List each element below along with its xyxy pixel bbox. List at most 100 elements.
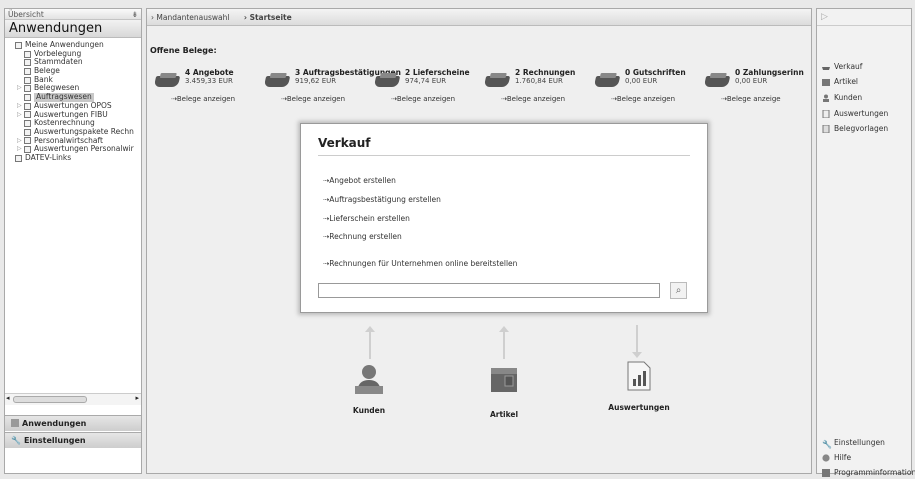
panel-title: Anwendungen bbox=[5, 20, 141, 38]
link-angebot-erstellen[interactable]: ⇢Angebot erstellen bbox=[323, 176, 396, 185]
task-programminformationen[interactable]: Programminformationen bbox=[822, 467, 915, 478]
tree-item[interactable]: ▷ Auswertungen FIBU bbox=[8, 111, 141, 120]
arrow-up-icon bbox=[365, 326, 375, 359]
tree-item-label: Belegwesen bbox=[34, 84, 80, 93]
expand-arrow-icon[interactable]: ▷ bbox=[17, 137, 24, 146]
tree-item[interactable]: Auftragswesen bbox=[8, 93, 141, 102]
verkauf-panel: Verkauf ⇢Angebot erstellen ⇢Auftragsbest… bbox=[300, 123, 708, 313]
document-count: 0 Gutschriften bbox=[625, 68, 686, 77]
tree-item[interactable]: ▷ Auswertungen Personalwir bbox=[8, 145, 141, 154]
tree-item[interactable]: Auswertungspakete Rechn bbox=[8, 128, 141, 137]
task-artikel[interactable]: Artikel bbox=[822, 76, 858, 87]
report-icon[interactable] bbox=[625, 361, 653, 391]
breadcrumb-item-startseite[interactable]: › Startseite bbox=[244, 13, 298, 22]
scroll-thumb[interactable] bbox=[13, 396, 87, 403]
show-documents-link[interactable]: ⇢Belege anzeige bbox=[721, 95, 781, 103]
expand-arrow-icon[interactable]: ▷ bbox=[17, 84, 24, 93]
expand-icon[interactable]: ▷ bbox=[817, 9, 911, 26]
document-amount: 919,62 EUR bbox=[295, 77, 337, 85]
tree-item[interactable]: DATEV-Links bbox=[8, 154, 141, 163]
folder-icon bbox=[24, 76, 31, 84]
folder-icon bbox=[24, 93, 31, 101]
reports-label[interactable]: Auswertungen bbox=[594, 403, 684, 412]
document-amount: 0,00 EUR bbox=[735, 77, 768, 85]
document-amount: 974,74 EUR bbox=[405, 77, 447, 85]
tree-item[interactable]: ▷ Personalwirtschaft bbox=[8, 137, 141, 146]
folder-icon bbox=[24, 50, 31, 58]
show-documents-link[interactable]: ⇢Belege anzeigen bbox=[611, 95, 675, 103]
help-icon bbox=[822, 453, 830, 462]
document-count: 2 Rechnungen bbox=[515, 68, 576, 77]
show-documents-link[interactable]: ⇢Belege anzeigen bbox=[391, 95, 455, 103]
document-amount: 3.459,33 EUR bbox=[185, 77, 233, 85]
article-icon[interactable] bbox=[490, 364, 518, 394]
task-auswertungen[interactable]: Auswertungen bbox=[822, 108, 888, 119]
tree-item-label: Vorbelegung bbox=[34, 49, 82, 58]
task-einstellungen[interactable]: 🔧 Einstellungen bbox=[822, 437, 885, 449]
scroll-right-icon[interactable]: ▸ bbox=[135, 394, 139, 402]
search-input[interactable] bbox=[318, 283, 660, 298]
main-panel: › Mandantenauswahl › Startseite Offene B… bbox=[146, 8, 812, 474]
tree-item-label: Kostenrechnung bbox=[34, 119, 95, 128]
task-kunden[interactable]: Kunden bbox=[822, 92, 862, 103]
task-hilfe[interactable]: Hilfe bbox=[822, 452, 851, 463]
overview-label: Übersicht bbox=[8, 10, 44, 19]
document-icon bbox=[822, 109, 830, 118]
document-tile: 2 Lieferscheine 974,74 EUR ⇢Belege anzeige… bbox=[373, 68, 485, 108]
folder-icon bbox=[15, 41, 22, 49]
box-icon bbox=[822, 78, 830, 86]
tree-item-label: DATEV-Links bbox=[25, 153, 72, 162]
link-lieferschein-erstellen[interactable]: ⇢Lieferschein erstellen bbox=[323, 214, 410, 223]
scroll-left-icon[interactable]: ◂ bbox=[6, 394, 10, 402]
breadcrumb-item-mandantenauswahl[interactable]: › Mandantenauswahl bbox=[151, 13, 235, 22]
show-documents-link[interactable]: ⇢Belege anzeigen bbox=[281, 95, 345, 103]
show-documents-link[interactable]: ⇢Belege anzeigen bbox=[171, 95, 235, 103]
folder-icon bbox=[15, 154, 22, 162]
tree-item-label: Bank bbox=[34, 75, 53, 84]
tree-item[interactable]: Kostenrechnung bbox=[8, 119, 141, 128]
expand-arrow-icon[interactable]: ▷ bbox=[17, 102, 24, 111]
document-count: 0 Zahlungserinn bbox=[735, 68, 804, 77]
link-rechnung-erstellen[interactable]: ⇢Rechnung erstellen bbox=[323, 232, 402, 241]
applications-button[interactable]: Anwendungen bbox=[5, 415, 141, 431]
document-tile: 0 Zahlungserinn 0,00 EUR ⇢Belege anzeige bbox=[703, 68, 815, 108]
customer-icon[interactable] bbox=[355, 364, 383, 394]
tree-item-label: Auswertungen Personalwir bbox=[34, 145, 134, 154]
document-tray-icon bbox=[483, 76, 511, 87]
document-tray-icon bbox=[263, 76, 291, 87]
folder-icon bbox=[24, 146, 31, 154]
arrow-down-icon bbox=[632, 325, 642, 358]
expand-arrow-icon[interactable]: ▷ bbox=[17, 145, 24, 154]
divider bbox=[318, 155, 690, 156]
tree-item[interactable]: Vorbelegung bbox=[8, 50, 141, 59]
document-tile: 4 Angebote 3.459,33 EUR ⇢Belege anzeigen bbox=[153, 68, 265, 108]
tree-item-label: Personalwirtschaft bbox=[34, 136, 103, 145]
settings-button[interactable]: 🔧 Einstellungen bbox=[5, 432, 141, 448]
tree-item[interactable]: ▷ Auswertungen OPOS bbox=[8, 102, 141, 111]
horizontal-scrollbar[interactable]: ◂ ▸ bbox=[5, 393, 141, 405]
tree-item[interactable]: Meine Anwendungen bbox=[8, 41, 141, 50]
left-navigation-panel: Übersicht ⇟ Anwendungen Meine Anwendunge… bbox=[4, 8, 142, 474]
tree-item-label: Belege bbox=[34, 67, 60, 76]
tree-item[interactable]: Belege bbox=[8, 67, 141, 76]
show-documents-link[interactable]: ⇢Belege anzeigen bbox=[501, 95, 565, 103]
customers-label[interactable]: Kunden bbox=[324, 406, 414, 415]
task-verkauf[interactable]: Verkauf bbox=[822, 61, 862, 72]
tree-item-label: Auftragswesen bbox=[34, 93, 94, 102]
open-documents-row: 4 Angebote 3.459,33 EUR ⇢Belege anzeigen 3 … bbox=[153, 68, 811, 108]
tree-item-label: Stammdaten bbox=[34, 58, 83, 67]
article-label[interactable]: Artikel bbox=[459, 410, 549, 419]
folder-icon bbox=[24, 120, 31, 128]
link-auftragsbestaetigung-erstellen[interactable]: ⇢Auftragsbestätigung erstellen bbox=[323, 195, 441, 204]
overview-header: Übersicht ⇟ bbox=[5, 9, 141, 20]
wrench-icon: 🔧 bbox=[11, 436, 21, 445]
tree-item[interactable]: ▷ Belegwesen bbox=[8, 84, 141, 93]
link-rechnungen-online-bereitstellen[interactable]: ⇢Rechnungen für Unternehmen online berei… bbox=[323, 259, 517, 268]
search-icon[interactable]: ⌕ bbox=[670, 282, 687, 299]
expand-arrow-icon[interactable]: ▷ bbox=[17, 111, 24, 120]
right-task-panel: ▷ Verkauf Artikel Kunden Auswertungen Be… bbox=[816, 8, 915, 477]
tree-item[interactable]: Stammdaten bbox=[8, 58, 141, 67]
tree-item[interactable]: Bank bbox=[8, 76, 141, 85]
pin-icon[interactable]: ⇟ bbox=[132, 10, 138, 19]
task-belegvorlagen[interactable]: Belegvorlagen bbox=[822, 123, 888, 134]
